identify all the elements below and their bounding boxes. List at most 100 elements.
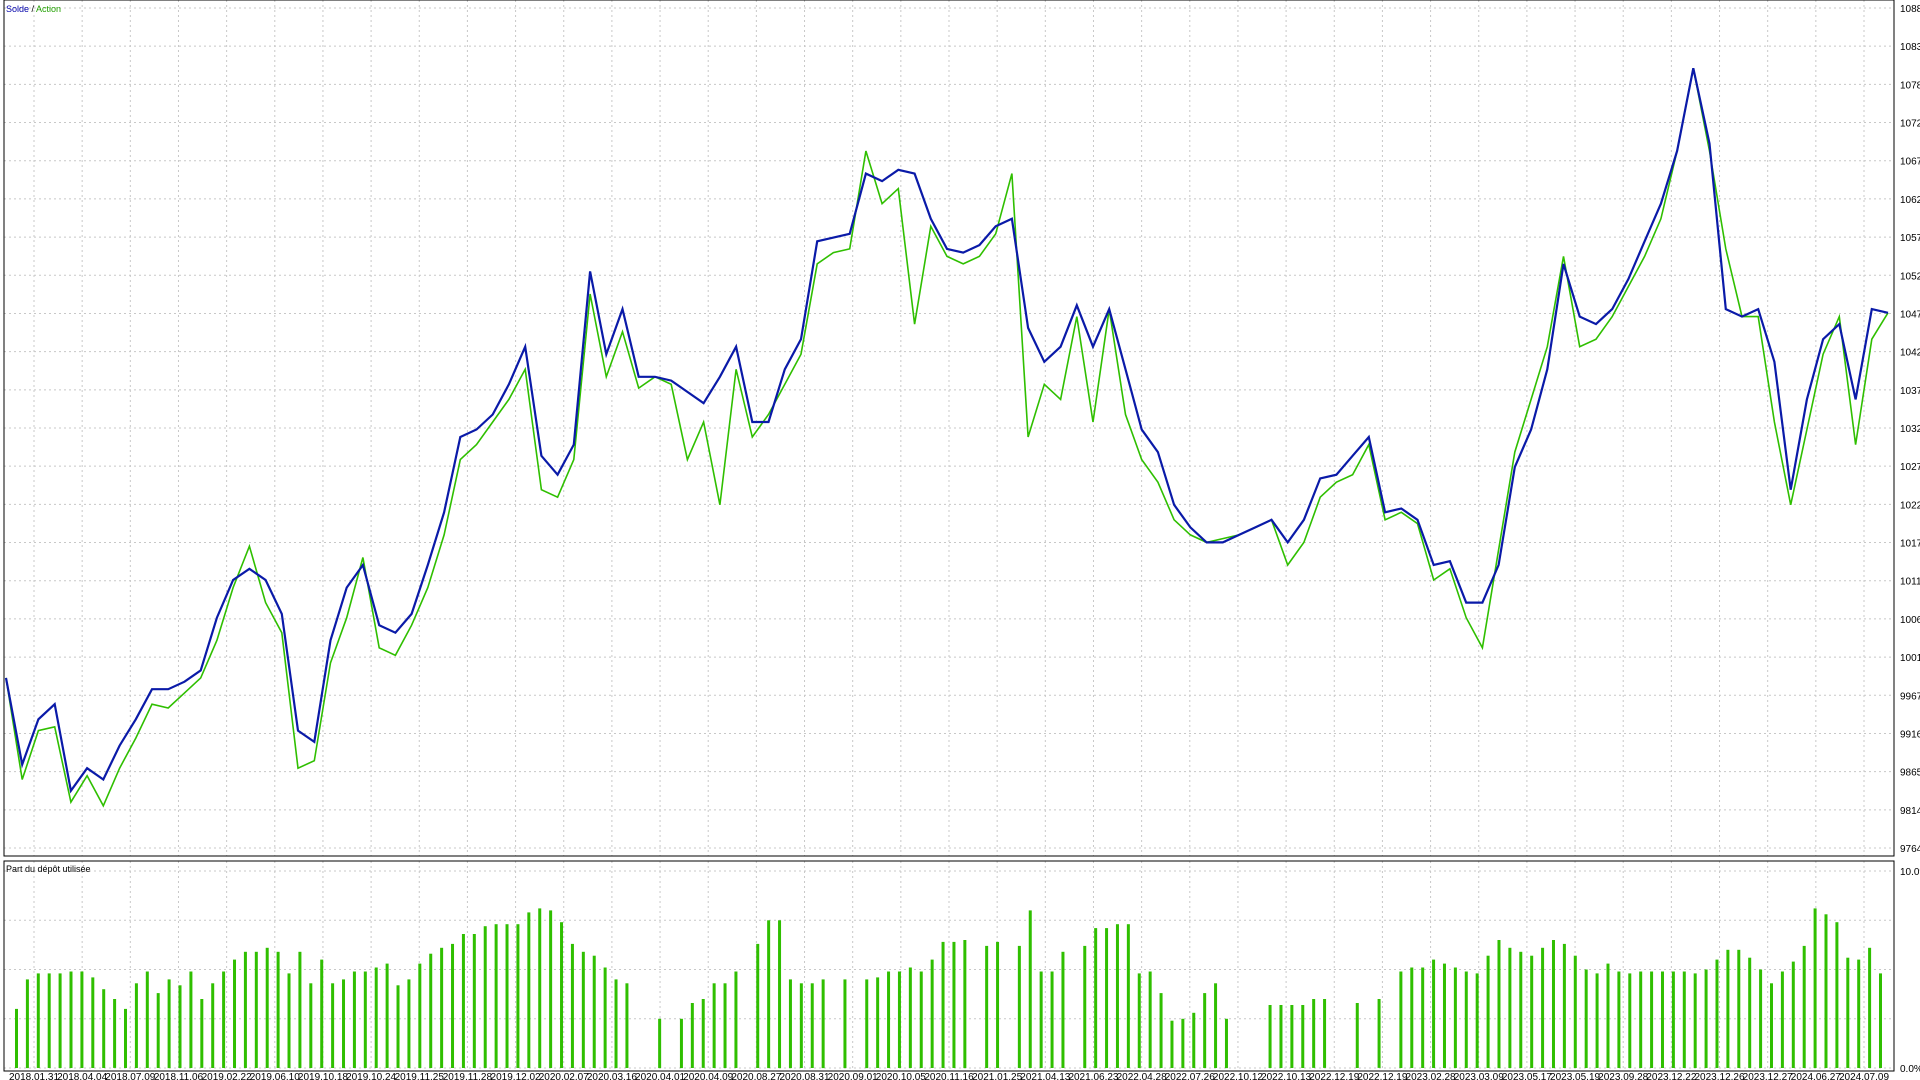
sub-y-tick-label: 0.0%	[1900, 1064, 1920, 1075]
x-tick-label: 2018.04.04	[57, 1072, 107, 1080]
usage-bar	[1442, 963, 1446, 1068]
sub-chart-label: Part du dépôt utilisée	[6, 864, 91, 874]
y-tick-label: 10475	[1900, 309, 1920, 320]
x-tick-label: 2019.06.10	[250, 1072, 300, 1080]
y-tick-label: 10830	[1900, 42, 1920, 53]
usage-bar	[1410, 967, 1414, 1068]
y-tick-label: 10119	[1900, 577, 1920, 588]
usage-bar	[80, 971, 84, 1068]
usage-bar	[1704, 969, 1708, 1068]
usage-bar	[538, 908, 542, 1068]
usage-bar	[756, 943, 760, 1068]
usage-bar	[887, 971, 891, 1068]
usage-bar	[1323, 999, 1327, 1068]
x-tick-label: 2022.10.13	[1261, 1072, 1311, 1080]
usage-bar	[156, 993, 160, 1068]
usage-bar	[1671, 971, 1675, 1068]
usage-bar	[603, 967, 607, 1068]
usage-bar	[1551, 940, 1555, 1069]
legend-separator: /	[29, 4, 37, 14]
usage-bar	[778, 920, 782, 1069]
x-tick-label: 2022.10.12	[1213, 1072, 1263, 1080]
usage-bar	[374, 967, 378, 1068]
usage-bar	[1475, 973, 1479, 1068]
x-tick-label: 2023.09.28	[1598, 1072, 1648, 1080]
usage-bar	[1748, 957, 1752, 1068]
y-tick-label: 9814	[1900, 806, 1920, 817]
usage-bar	[1508, 947, 1512, 1068]
y-tick-label: 10526	[1900, 271, 1920, 282]
usage-bar	[254, 951, 258, 1068]
usage-bar	[58, 973, 62, 1068]
x-tick-label: 2023.12.27	[1743, 1072, 1793, 1080]
usage-bar	[1573, 955, 1577, 1068]
usage-bar	[1868, 947, 1872, 1068]
usage-bar	[658, 1018, 662, 1069]
usage-bar	[941, 941, 945, 1068]
usage-bar	[167, 979, 171, 1069]
usage-bar	[1017, 945, 1021, 1068]
usage-bar	[472, 934, 476, 1068]
usage-bar	[1464, 971, 1468, 1068]
x-tick-label: 2022.12.19	[1309, 1072, 1359, 1080]
usage-bar	[483, 926, 487, 1068]
usage-bar	[309, 983, 313, 1068]
usage-bar	[1039, 971, 1043, 1068]
usage-bar	[222, 971, 226, 1068]
usage-bar	[1214, 983, 1218, 1068]
usage-bar	[1726, 949, 1730, 1068]
usage-bar	[47, 973, 51, 1068]
usage-bar	[363, 971, 367, 1068]
usage-bar	[1715, 959, 1719, 1068]
usage-bar	[461, 934, 465, 1068]
usage-bar	[1660, 971, 1664, 1068]
usage-bar	[396, 985, 400, 1068]
y-tick-label: 10221	[1900, 500, 1920, 511]
usage-bar	[1192, 1012, 1196, 1068]
usage-bar	[1453, 967, 1457, 1068]
usage-bar	[1835, 922, 1839, 1068]
x-tick-label: 2023.05.19	[1550, 1072, 1600, 1080]
usage-bar	[342, 979, 346, 1069]
x-tick-label: 2019.12.02	[491, 1072, 541, 1080]
usage-bar	[767, 920, 771, 1069]
usage-bar	[1377, 999, 1381, 1068]
usage-bar	[1628, 973, 1632, 1068]
x-tick-label: 2021.04.13	[1020, 1072, 1070, 1080]
usage-bar	[440, 947, 444, 1068]
y-tick-label: 10627	[1900, 195, 1920, 206]
x-tick-label: 2023.05.17	[1502, 1072, 1552, 1080]
usage-bar	[1268, 1005, 1272, 1068]
y-tick-label: 9865	[1900, 768, 1920, 779]
usage-bar	[1791, 961, 1795, 1068]
x-tick-label: 2019.10.18	[298, 1072, 348, 1080]
usage-bar	[1301, 1005, 1305, 1068]
usage-bar	[1290, 1005, 1294, 1068]
usage-bar	[985, 945, 989, 1068]
usage-bar	[320, 959, 324, 1068]
usage-bar	[1203, 993, 1207, 1068]
usage-bar	[1355, 1003, 1359, 1068]
usage-bar	[734, 971, 738, 1068]
x-tick-label: 2018.07.09	[105, 1072, 155, 1080]
main-grid	[4, 0, 1894, 856]
usage-bar	[1737, 949, 1741, 1068]
usage-bar	[418, 963, 422, 1068]
usage-bar	[211, 983, 215, 1068]
usage-bar	[1486, 955, 1490, 1068]
usage-bar	[1606, 963, 1610, 1068]
usage-bar	[570, 943, 574, 1068]
usage-bar	[1083, 945, 1087, 1068]
usage-bar	[1050, 971, 1054, 1068]
y-tick-label: 10068	[1900, 615, 1920, 626]
usage-bar	[1148, 971, 1152, 1068]
usage-bar	[287, 973, 291, 1068]
x-tick-label: 2019.11.28	[443, 1072, 493, 1080]
usage-bar	[1857, 959, 1861, 1068]
usage-bar	[1497, 940, 1501, 1069]
x-tick-label: 2020.04.01	[635, 1072, 685, 1080]
usage-bar	[298, 951, 302, 1068]
x-tick-label: 2022.04.28	[1117, 1072, 1167, 1080]
usage-bar	[1682, 971, 1686, 1068]
x-tick-label: 2019.11.25	[395, 1072, 445, 1080]
